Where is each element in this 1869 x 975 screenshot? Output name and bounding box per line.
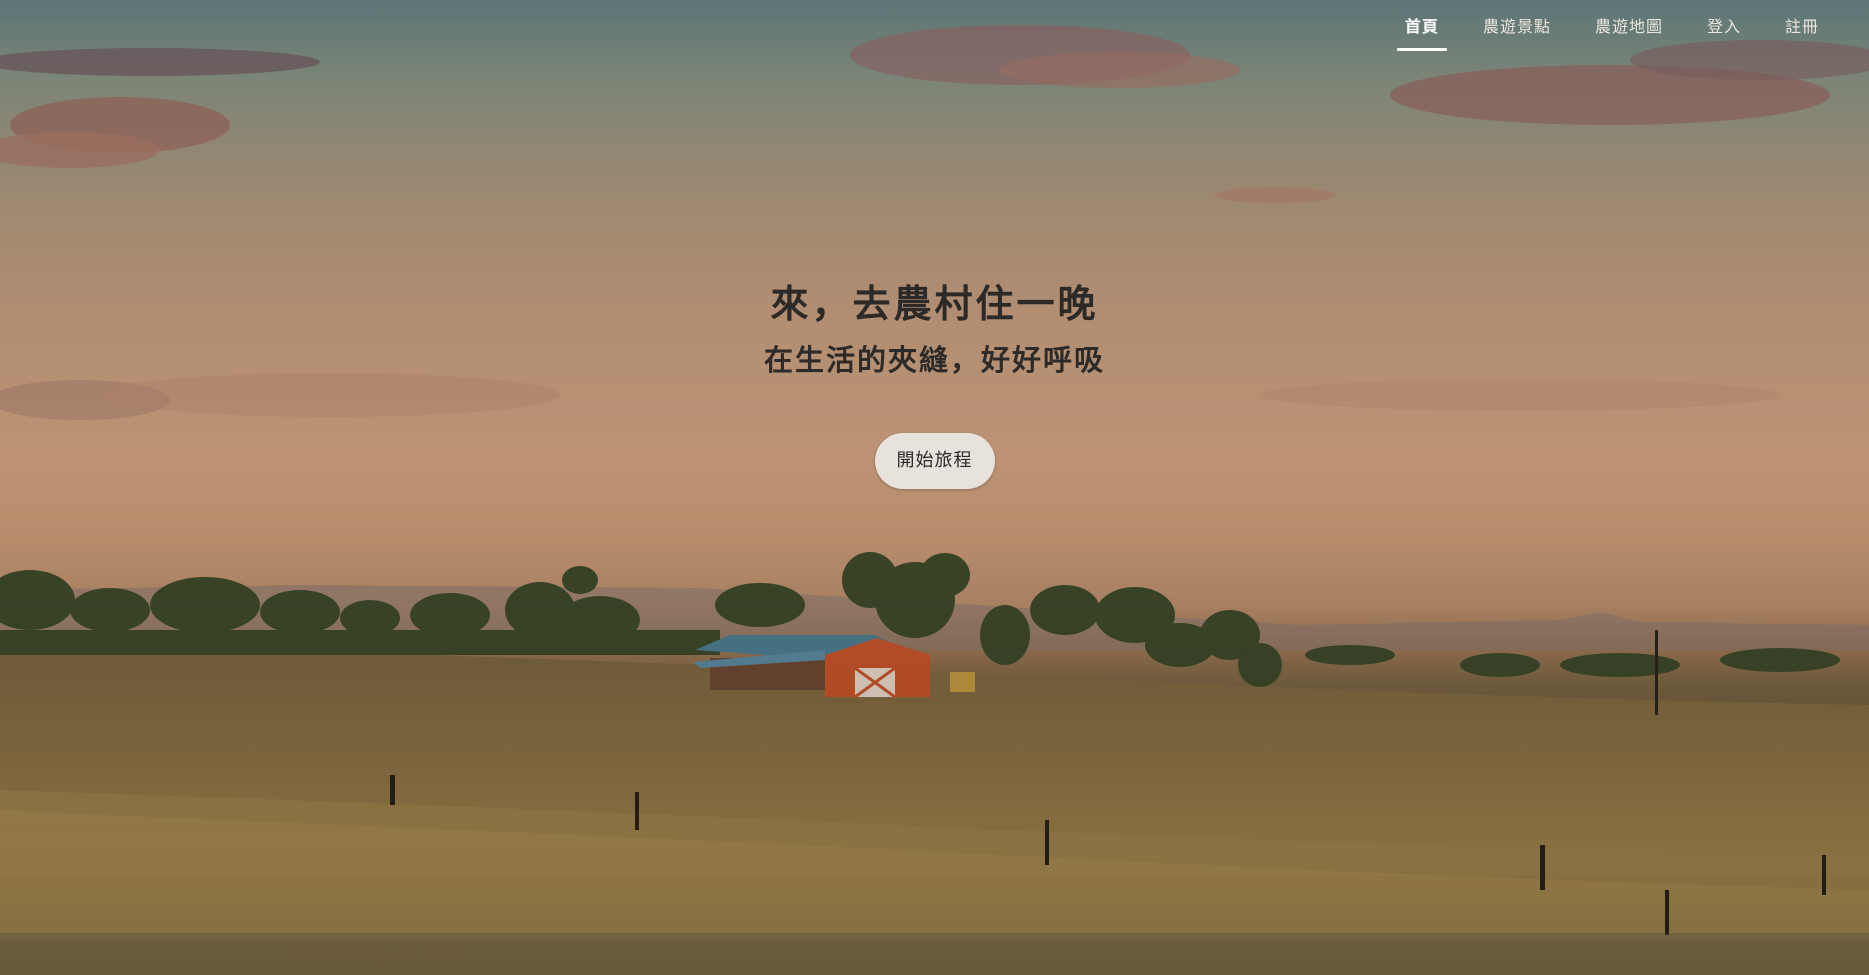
hero-subtitle: 在生活的夾縫，好好呼吸	[763, 343, 1105, 377]
nav-login[interactable]: 登入	[1685, 0, 1763, 53]
nav-attractions[interactable]: 農遊景點	[1461, 0, 1573, 53]
nav-home[interactable]: 首頁	[1383, 0, 1461, 53]
hero-title: 來，去農村住一晚	[770, 282, 1099, 326]
footer: © 來去農村住一晚 2022	[0, 933, 1869, 975]
footer-copyright: © 來去農村住一晚 2022	[288, 947, 463, 965]
page-root: 首頁 農遊景點 農遊地圖 登入 註冊 來，去農村住一晚 在生活的夾縫，好好呼吸 …	[0, 0, 1869, 975]
start-journey-button[interactable]: 開始旅程	[874, 433, 995, 489]
nav-map[interactable]: 農遊地圖	[1573, 0, 1685, 53]
top-navbar: 首頁 農遊景點 農遊地圖 登入 註冊	[1383, 0, 1869, 52]
nav-register[interactable]: 註冊	[1763, 0, 1841, 53]
hero-section: 來，去農村住一晚 在生活的夾縫，好好呼吸 開始旅程	[0, 275, 1869, 489]
